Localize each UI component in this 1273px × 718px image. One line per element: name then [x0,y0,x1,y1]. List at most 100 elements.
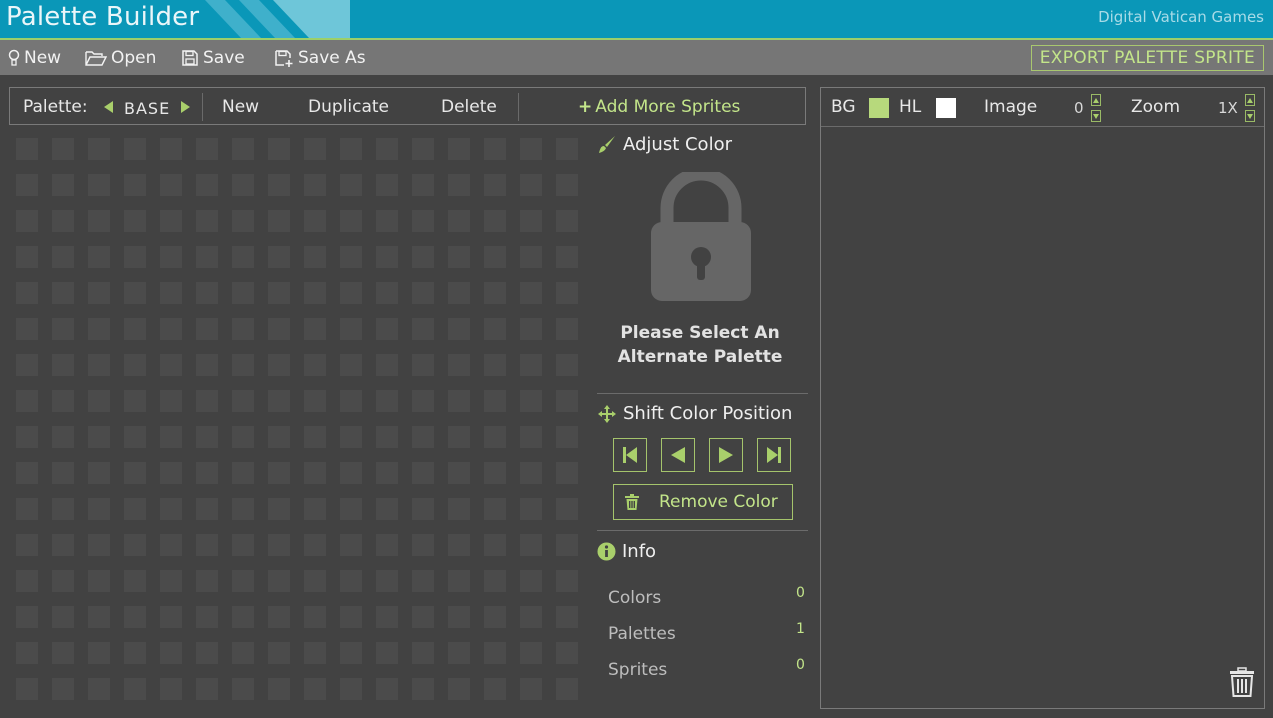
color-cell[interactable] [376,462,398,484]
color-cell[interactable] [340,174,362,196]
color-cell[interactable] [448,498,470,520]
color-cell[interactable] [52,354,74,376]
color-cell[interactable] [16,174,38,196]
color-cell[interactable] [16,390,38,412]
color-cell[interactable] [268,282,290,304]
color-cell[interactable] [484,462,506,484]
color-cell[interactable] [556,570,578,592]
color-cell[interactable] [232,678,254,700]
color-cell[interactable] [196,534,218,556]
color-cell[interactable] [520,498,542,520]
color-cell[interactable] [268,678,290,700]
color-cell[interactable] [412,642,434,664]
color-cell[interactable] [340,210,362,232]
color-cell[interactable] [376,138,398,160]
color-cell[interactable] [448,174,470,196]
color-cell[interactable] [520,210,542,232]
color-cell[interactable] [88,354,110,376]
color-cell[interactable] [448,282,470,304]
color-cell[interactable] [160,642,182,664]
color-cell[interactable] [556,498,578,520]
color-cell[interactable] [268,462,290,484]
color-cell[interactable] [412,426,434,448]
color-cell[interactable] [196,282,218,304]
color-cell[interactable] [160,498,182,520]
color-cell[interactable] [556,534,578,556]
color-cell[interactable] [268,354,290,376]
color-cell[interactable] [448,462,470,484]
delete-palette-button[interactable]: Delete [441,97,497,117]
color-cell[interactable] [484,606,506,628]
color-cell[interactable] [88,138,110,160]
color-cell[interactable] [340,246,362,268]
color-cell[interactable] [520,462,542,484]
color-cell[interactable] [556,210,578,232]
color-cell[interactable] [16,498,38,520]
color-cell[interactable] [340,354,362,376]
color-cell[interactable] [340,678,362,700]
image-increment-button[interactable] [1091,94,1101,106]
color-cell[interactable] [16,606,38,628]
color-cell[interactable] [88,426,110,448]
color-cell[interactable] [232,174,254,196]
shift-right-button[interactable] [709,438,743,472]
color-cell[interactable] [448,138,470,160]
color-cell[interactable] [340,426,362,448]
color-cell[interactable] [196,174,218,196]
color-cell[interactable] [160,606,182,628]
color-cell[interactable] [556,390,578,412]
color-cell[interactable] [484,246,506,268]
color-cell[interactable] [52,390,74,412]
color-cell[interactable] [376,606,398,628]
color-cell[interactable] [304,426,326,448]
color-cell[interactable] [16,354,38,376]
color-cell[interactable] [124,390,146,412]
color-cell[interactable] [16,534,38,556]
color-cell[interactable] [304,606,326,628]
color-cell[interactable] [196,210,218,232]
color-cell[interactable] [340,282,362,304]
color-cell[interactable] [304,246,326,268]
color-cell[interactable] [52,282,74,304]
color-cell[interactable] [196,426,218,448]
color-cell[interactable] [484,534,506,556]
color-cell[interactable] [88,318,110,340]
color-cell[interactable] [556,426,578,448]
color-cell[interactable] [52,246,74,268]
color-cell[interactable] [52,498,74,520]
color-cell[interactable] [520,390,542,412]
color-cell[interactable] [484,570,506,592]
color-cell[interactable] [196,642,218,664]
hl-color-swatch[interactable] [936,98,956,118]
color-cell[interactable] [520,138,542,160]
color-cell[interactable] [520,282,542,304]
color-cell[interactable] [52,606,74,628]
color-cell[interactable] [304,282,326,304]
color-cell[interactable] [268,642,290,664]
color-cell[interactable] [268,210,290,232]
color-cell[interactable] [196,678,218,700]
color-cell[interactable] [268,426,290,448]
previous-palette-arrow-icon[interactable] [104,101,113,113]
color-cell[interactable] [412,570,434,592]
color-cell[interactable] [160,282,182,304]
color-cell[interactable] [160,174,182,196]
color-cell[interactable] [196,138,218,160]
shift-to-first-button[interactable] [613,438,647,472]
save-as-button[interactable]: Save As [274,47,366,69]
color-cell[interactable] [520,318,542,340]
color-cell[interactable] [448,390,470,412]
color-cell[interactable] [376,534,398,556]
color-cell[interactable] [340,318,362,340]
color-cell[interactable] [556,318,578,340]
color-cell[interactable] [484,354,506,376]
color-cell[interactable] [160,210,182,232]
color-cell[interactable] [520,570,542,592]
color-cell[interactable] [376,426,398,448]
color-cell[interactable] [124,462,146,484]
color-cell[interactable] [556,354,578,376]
color-cell[interactable] [376,318,398,340]
new-file-button[interactable]: New [8,47,61,69]
color-cell[interactable] [232,354,254,376]
color-cell[interactable] [88,390,110,412]
